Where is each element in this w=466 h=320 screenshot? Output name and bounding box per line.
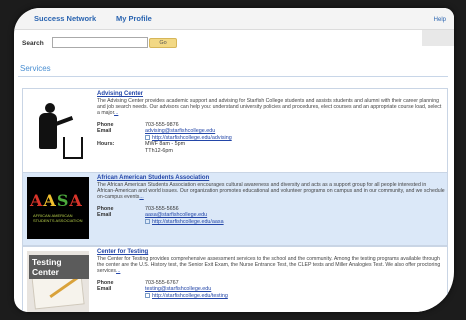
hours-line-1: MWF 8am - 5pm bbox=[145, 141, 186, 148]
website-link[interactable]: http://starfishcollege.edu/testing bbox=[145, 293, 228, 300]
service-card-advising: Advising Center The Advising Center prov… bbox=[22, 88, 448, 173]
website-url: http://starfishcollege.edu/testing bbox=[152, 292, 228, 299]
service-description: The Center for Testing provides comprehe… bbox=[97, 256, 445, 275]
email-link[interactable]: aasa@starfishcollege.edu bbox=[145, 212, 207, 219]
external-link-icon bbox=[145, 218, 150, 224]
more-link[interactable]: ... bbox=[139, 194, 143, 200]
search-label: Search bbox=[22, 40, 44, 47]
service-card-aasa: AASA AFRICAN AMERICAN STUDENTS ASSOCIATI… bbox=[22, 172, 448, 246]
page-surface: Success Network My Profile Help Search G… bbox=[14, 8, 454, 312]
nav-success-network[interactable]: Success Network bbox=[34, 14, 96, 23]
service-content: Center for Testing The Center for Testin… bbox=[97, 249, 445, 299]
section-divider bbox=[18, 76, 448, 77]
contact-details: Phone 703-555-6767 Email testing@starfishc… bbox=[97, 280, 445, 300]
service-description: The Advising Center provides academic su… bbox=[97, 98, 445, 117]
description-text: The African American Students Associatio… bbox=[97, 182, 445, 201]
hours-line-2: TTh12-6pm bbox=[145, 147, 173, 154]
help-link[interactable]: Help bbox=[434, 17, 446, 23]
aasa-logo-text: AASA bbox=[30, 191, 83, 210]
contact-details: Phone 703-555-5656 Email aasa@starfishcoll… bbox=[97, 206, 445, 226]
service-card-testing: Testing Center Center for Testing The Ce… bbox=[22, 246, 448, 312]
phone-value: 703-555-9876 bbox=[145, 121, 179, 128]
advising-thumbnail bbox=[27, 93, 89, 165]
testing-center-label: Testing Center bbox=[29, 255, 89, 279]
email-label: Email bbox=[97, 212, 112, 219]
top-navigation-bar: Success Network My Profile Help bbox=[14, 8, 454, 30]
person-head-icon bbox=[45, 103, 55, 113]
description-text: The Center for Testing provides comprehe… bbox=[97, 256, 441, 275]
contact-details: Phone 703-555-9876 Email advising@starfish… bbox=[97, 122, 445, 155]
service-name-link[interactable]: Center for Testing bbox=[97, 249, 445, 255]
phone-label: Phone bbox=[97, 279, 114, 286]
phone-value: 703-555-6767 bbox=[145, 279, 179, 286]
service-name-link[interactable]: Advising Center bbox=[97, 91, 445, 97]
aasa-thumbnail: AASA AFRICAN AMERICAN STUDENTS ASSOCIATI… bbox=[27, 177, 89, 239]
email-link[interactable]: testing@starfishcollege.edu bbox=[145, 286, 211, 293]
email-label: Email bbox=[97, 286, 112, 293]
website-url: http://starfishcollege.edu/aasa bbox=[152, 218, 224, 225]
email-link[interactable]: advising@starfishcollege.edu bbox=[145, 128, 215, 135]
phone-label: Phone bbox=[97, 205, 114, 212]
external-link-icon bbox=[145, 292, 150, 298]
service-content: African American Students Association Th… bbox=[97, 175, 445, 225]
search-input[interactable] bbox=[52, 37, 148, 48]
services-heading: Services bbox=[20, 64, 51, 73]
aasa-logo-subtitle: AFRICAN AMERICAN STUDENTS ASSOCIATION bbox=[33, 213, 83, 223]
service-description: The African American Students Associatio… bbox=[97, 182, 445, 201]
person-arm-icon bbox=[54, 116, 74, 126]
go-button[interactable]: Go bbox=[149, 38, 177, 48]
nav-my-profile[interactable]: My Profile bbox=[116, 14, 152, 23]
external-link-icon bbox=[145, 134, 150, 140]
website-url: http://starfishcollege.edu/advising bbox=[152, 134, 232, 141]
more-link[interactable]: ... bbox=[116, 268, 120, 274]
person-body-icon bbox=[39, 113, 57, 149]
hours-label: Hours: bbox=[97, 141, 115, 148]
description-text: The Advising Center provides academic su… bbox=[97, 98, 442, 117]
website-link[interactable]: http://starfishcollege.edu/advising bbox=[145, 135, 232, 142]
service-content: Advising Center The Advising Center prov… bbox=[97, 91, 445, 155]
service-name-link[interactable]: African American Students Association bbox=[97, 175, 445, 181]
phone-label: Phone bbox=[97, 121, 114, 128]
email-label: Email bbox=[97, 128, 112, 135]
website-link[interactable]: http://starfishcollege.edu/aasa bbox=[145, 219, 224, 226]
testing-thumbnail: Testing Center bbox=[27, 251, 89, 312]
search-row: Search Go bbox=[14, 36, 454, 54]
more-link[interactable]: ... bbox=[114, 110, 118, 116]
chair-icon bbox=[63, 137, 83, 159]
phone-value: 703-555-5656 bbox=[145, 205, 179, 212]
